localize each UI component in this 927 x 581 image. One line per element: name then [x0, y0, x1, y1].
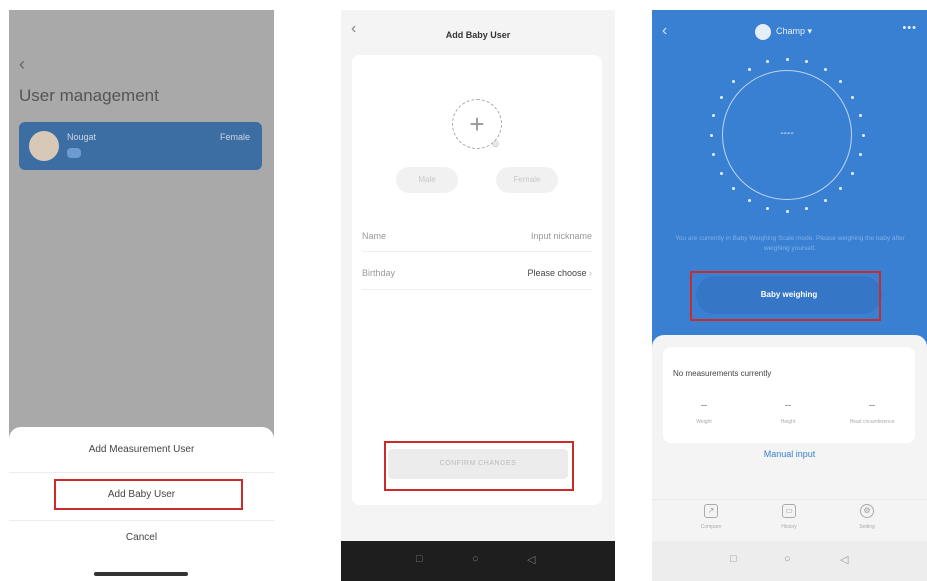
manual-input-link[interactable]: Manual input [652, 449, 927, 459]
home-icon[interactable]: ○ [784, 553, 791, 565]
name-label: Name [362, 231, 387, 241]
mode-notice: You are currently in Baby Weighing Scale… [675, 235, 905, 252]
user-badge [67, 148, 81, 158]
more-icon[interactable]: ••• [902, 22, 917, 34]
user-gender: Female [219, 132, 250, 142]
dial-tick [719, 95, 723, 99]
dial-tick [839, 187, 843, 191]
page-title: Add Baby User [445, 30, 511, 40]
dial-tick [731, 187, 735, 191]
user-card[interactable]: Nougat Female [19, 122, 262, 170]
metric-value: -- [701, 400, 707, 410]
add-measurement-user-button[interactable]: Add Measurement User [9, 444, 274, 455]
camera-icon: ◎ [492, 139, 499, 148]
tab-setting[interactable]: ⚙ Setting [842, 504, 892, 530]
edit-icon: ↗ [704, 504, 718, 518]
highlight-box [690, 271, 881, 321]
cancel-button[interactable]: Cancel [9, 532, 274, 543]
divider [9, 472, 274, 473]
dial-tick [805, 206, 809, 210]
dial-tick [823, 199, 827, 203]
birthday-label: Birthday [362, 268, 396, 278]
home-icon[interactable]: ○ [472, 553, 479, 565]
recent-apps-icon[interactable]: □ [416, 553, 423, 565]
dial-tick [858, 113, 862, 117]
measurement-card: No measurements currently -- Weight -- H… [663, 347, 915, 443]
dial-tick [765, 206, 769, 210]
header-panel: ‹ Champ ▾ ••• ---- You are currently in … [652, 10, 927, 355]
dial-tick [712, 113, 716, 117]
measurement-sheet: No measurements currently -- Weight -- H… [652, 335, 927, 500]
dial-tick [839, 79, 843, 83]
metric-value: -- [869, 400, 875, 410]
tab-label: History [781, 524, 797, 530]
form-card: + ◎ Male Female Name Input nickname Birt… [352, 55, 602, 505]
dial-tick [785, 57, 789, 61]
metric-label: Head circumference [849, 419, 895, 425]
metric-weight: -- Weight [669, 399, 739, 425]
dial-tick [851, 171, 855, 175]
male-button[interactable]: Male [396, 167, 458, 193]
metric-height: -- Height [753, 399, 823, 425]
back-icon[interactable]: ‹ [662, 22, 667, 40]
birthday-select[interactable]: Please choose › [527, 268, 592, 278]
weight-value: ---- [780, 128, 794, 139]
metric-head-circumference: -- Head circumference [837, 399, 907, 425]
weight-dial: ---- [722, 70, 852, 200]
tab-label: Compare [700, 524, 722, 530]
dial-tick [731, 79, 735, 83]
female-button[interactable]: Female [496, 167, 558, 193]
settings-icon: ⚙ [860, 504, 874, 518]
divider [9, 520, 274, 521]
tab-label: Setting [859, 524, 875, 530]
tab-compare[interactable]: ↗ Compare [686, 504, 736, 530]
dial-tick [785, 209, 789, 213]
dial-tick [765, 60, 769, 64]
dial-tick [861, 133, 865, 137]
metric-label: Weight [696, 419, 712, 425]
dial-tick [805, 60, 809, 64]
dial-tick [823, 67, 827, 71]
divider [362, 251, 592, 252]
calendar-icon: ▭ [782, 504, 796, 518]
metric-label: Height [780, 419, 796, 425]
add-baby-user-screen: ‹ Add Baby User + ◎ Male Female Name Inp… [341, 10, 615, 581]
birthday-value: Please choose [527, 268, 587, 278]
user-management-screen: ‹ User management Nougat Female Add Meas… [9, 10, 274, 581]
home-indicator [94, 572, 188, 576]
dial-tick [712, 153, 716, 157]
highlight-box [384, 441, 574, 491]
name-input[interactable]: Input nickname [531, 231, 592, 241]
page-title: User management [19, 86, 159, 105]
plus-icon: + [469, 109, 485, 139]
chevron-right-icon: › [589, 268, 592, 278]
no-measurements-text: No measurements currently [673, 369, 772, 378]
highlight-box [54, 479, 243, 510]
back-nav-icon[interactable]: ◁ [840, 553, 848, 566]
bottom-tab-bar: ↗ Compare ▭ History ⚙ Setting [652, 499, 927, 541]
system-nav-bar: □ ○ ◁ [341, 541, 615, 581]
tab-history[interactable]: ▭ History [764, 504, 814, 530]
dial-tick [747, 67, 751, 71]
user-switcher[interactable]: Champ ▾ [776, 26, 812, 37]
scale-home-screen: ‹ Champ ▾ ••• ---- You are currently in … [652, 10, 927, 581]
action-sheet: Add Measurement User Add Baby User Cance… [9, 427, 274, 581]
system-nav-bar: □ ○ ◁ [652, 541, 927, 581]
metric-value: -- [785, 400, 791, 410]
dial-tick [858, 153, 862, 157]
user-name: Nougat [67, 132, 97, 142]
avatar [755, 24, 771, 40]
divider [362, 289, 592, 290]
recent-apps-icon[interactable]: □ [730, 553, 737, 565]
dial-tick [747, 199, 751, 203]
avatar [29, 131, 59, 161]
dial-tick [851, 95, 855, 99]
back-nav-icon[interactable]: ◁ [527, 553, 535, 566]
back-icon[interactable]: ‹ [19, 54, 25, 75]
dial-tick [719, 171, 723, 175]
dial-tick [709, 133, 713, 137]
